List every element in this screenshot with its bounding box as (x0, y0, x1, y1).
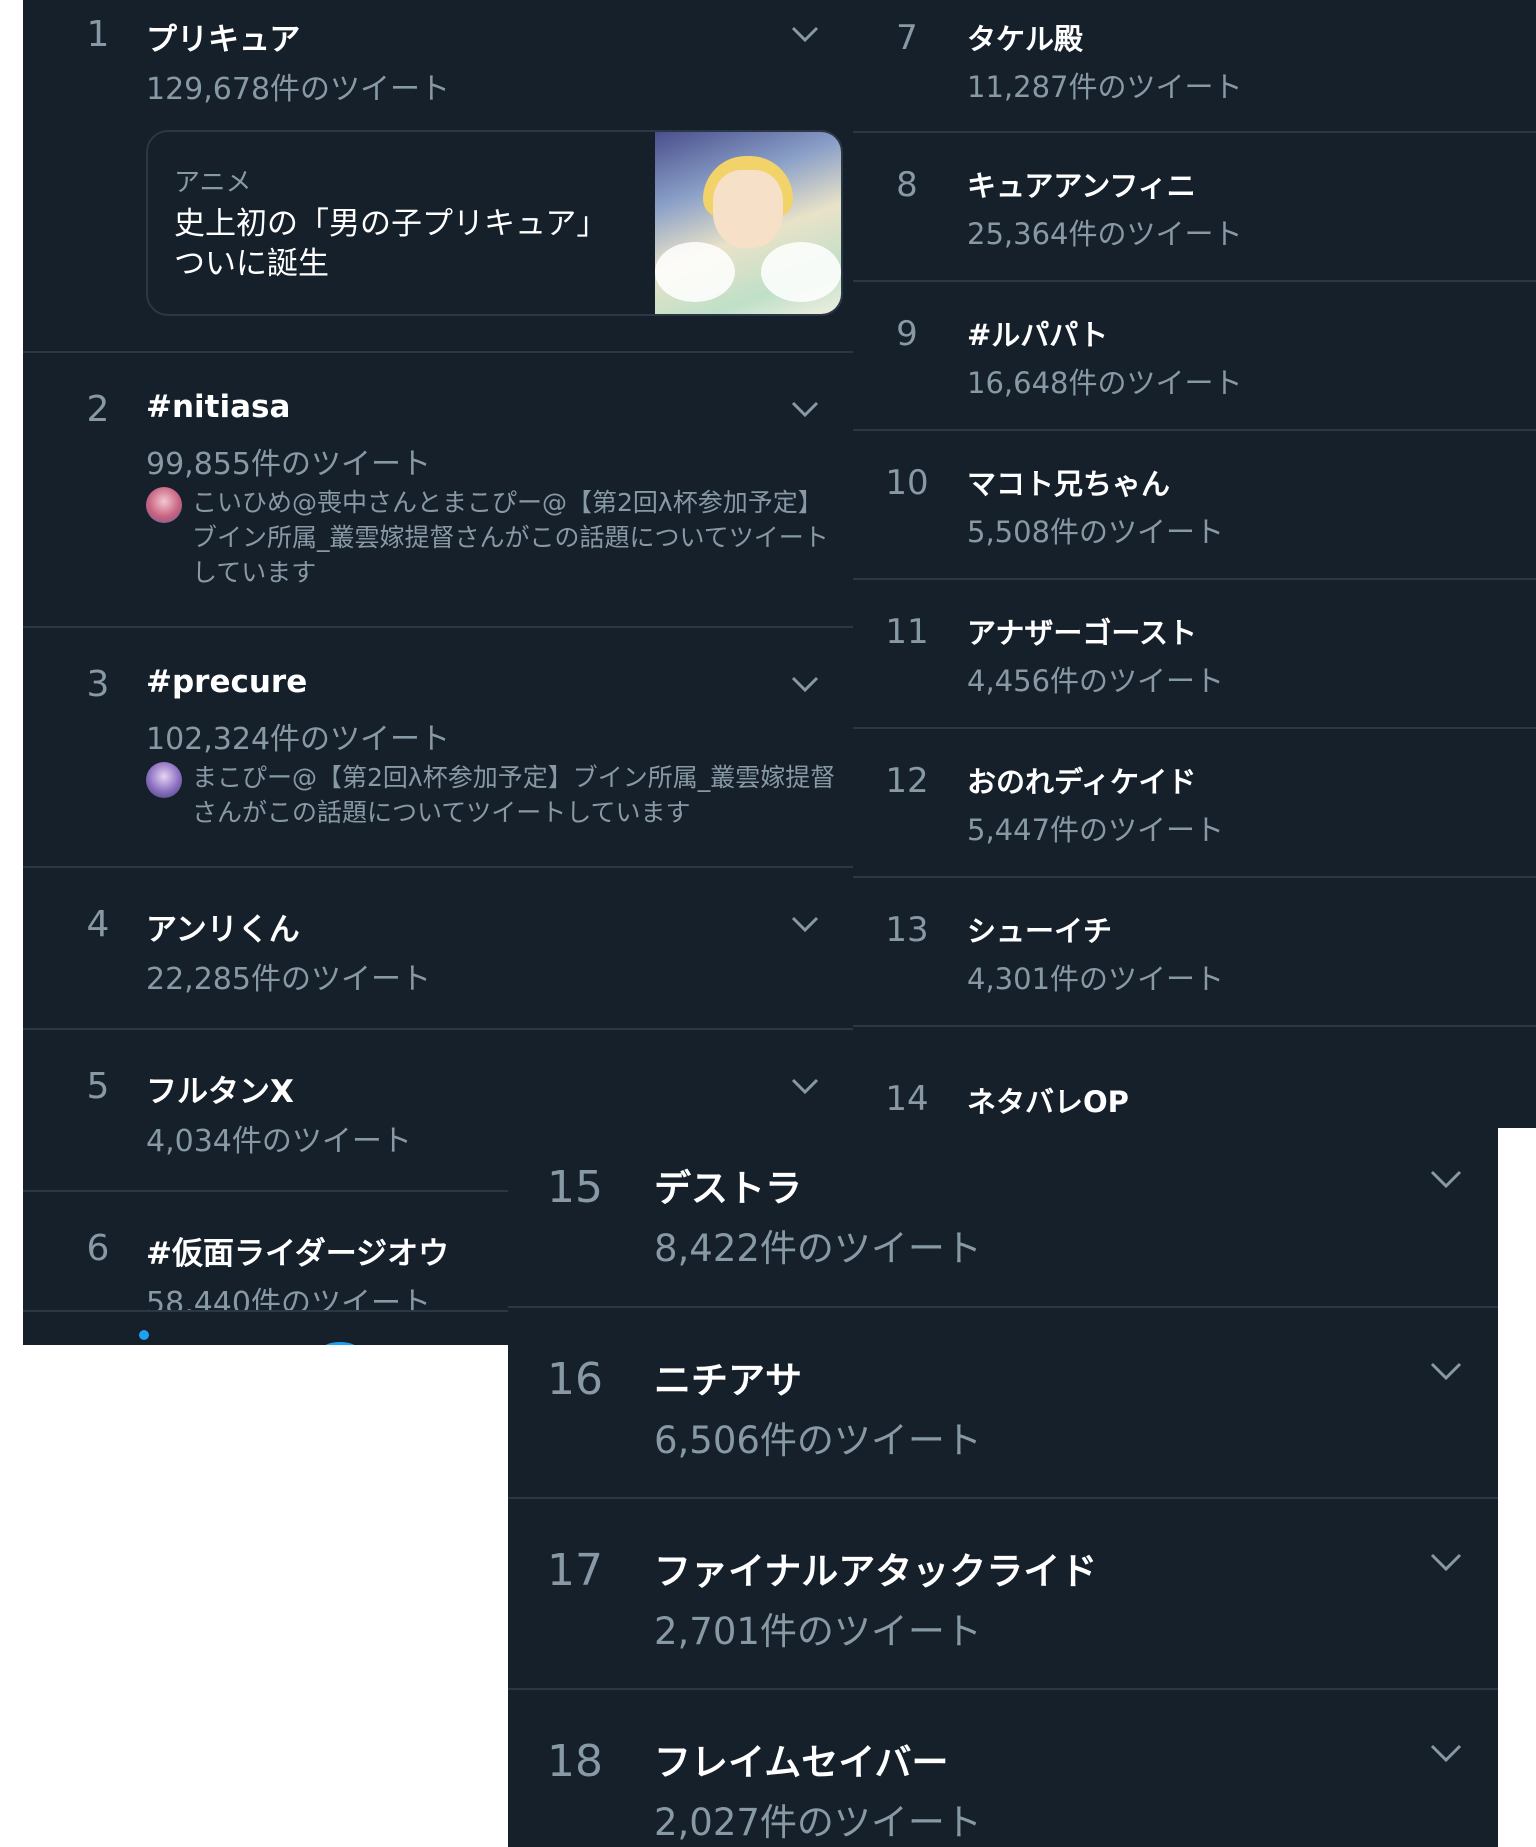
news-category: アニメ (174, 168, 252, 198)
trend-tweet-count: 102,324件のツイート (146, 722, 451, 757)
trend-tweet-count: 4,301件のツイート (967, 962, 1225, 996)
trend-row[interactable]: 2 #nitiasa 99,855件のツイート こいひめ@喪中さんとまこぴー@【… (23, 353, 853, 628)
trend-rank: 17 (547, 1545, 603, 1596)
trend-tweet-count: 25,364件のツイート (967, 217, 1243, 251)
chevron-down-icon[interactable] (1428, 1168, 1464, 1190)
trend-rank: 8 (896, 165, 918, 205)
trend-rank: 11 (885, 612, 929, 652)
trend-name: ネタバレOP (967, 1085, 1129, 1119)
trend-tweet-count: 5,508件のツイート (967, 515, 1225, 549)
chevron-down-icon[interactable] (789, 914, 821, 934)
trend-name: フレイムセイバー (654, 1741, 949, 1784)
trend-row[interactable]: 1 プリキュア 129,678件のツイート アニメ 史上初の「男の子プリキュア」… (23, 0, 853, 353)
trend-tweet-count: 129,678件のツイート (146, 72, 451, 107)
trend-rank: 18 (547, 1736, 603, 1787)
news-thumbnail (655, 132, 841, 314)
trend-rank: 13 (885, 910, 929, 950)
avatar (146, 487, 182, 523)
trend-tweet-count: 5,447件のツイート (967, 813, 1225, 847)
avatar (146, 762, 182, 798)
news-card[interactable]: アニメ 史上初の「男の子プリキュア」ついに誕生 (146, 130, 843, 316)
trend-rank: 10 (885, 463, 929, 503)
chevron-down-icon[interactable] (789, 674, 821, 694)
trend-name: デストラ (654, 1167, 802, 1210)
trend-rank: 2 (86, 389, 110, 430)
news-headline: 史上初の「男の子プリキュア」ついに誕生 (174, 206, 592, 282)
chevron-down-icon[interactable] (789, 1076, 821, 1096)
trend-rank: 5 (86, 1066, 110, 1107)
trends-panel-right: 7 タケル殿 11,287件のツイート 8 キュアアンフィニ 25,364件のツ… (853, 0, 1536, 1128)
trend-row[interactable]: 8 キュアアンフィニ 25,364件のツイート (853, 133, 1536, 282)
trend-row[interactable]: 18 フレイムセイバー 2,027件のツイート (508, 1690, 1498, 1847)
trend-tweet-count: 99,855件のツイート (146, 447, 431, 482)
trend-row[interactable]: 17 ファイナルアタックライド 2,701件のツイート (508, 1499, 1498, 1690)
trend-name: ファイナルアタックライド (654, 1550, 1098, 1593)
trend-tweet-count: 22,285件のツイート (146, 962, 431, 997)
trend-name: フルタンX (146, 1074, 294, 1110)
trend-tweet-count: 2,027件のツイート (654, 1801, 982, 1844)
trend-row[interactable]: 16 ニチアサ 6,506件のツイート (508, 1308, 1498, 1499)
trend-tweet-count: 4,034件のツイート (146, 1124, 412, 1159)
trend-tweet-count: 8,422件のツイート (654, 1227, 982, 1270)
tweeted-by-text: まこぴー@【第2回λ杯参加予定】ブイン所属_叢雲嫁提督さんがこの話題についてツイ… (192, 763, 836, 827)
trend-name: シューイチ (967, 914, 1113, 948)
chevron-down-icon[interactable] (1428, 1360, 1464, 1382)
trend-row[interactable]: 11 アナザーゴースト 4,456件のツイート (853, 580, 1536, 729)
nav-icon-partial[interactable] (323, 1342, 357, 1345)
trend-name: #nitiasa (146, 389, 291, 425)
trend-name: キュアアンフィニ (967, 169, 1196, 203)
trend-name: おのれディケイド (967, 765, 1197, 799)
trend-tweet-count: 11,287件のツイート (967, 70, 1243, 104)
trend-name: プリキュア (146, 22, 301, 58)
trend-row[interactable]: 4 アンリくん 22,285件のツイート (23, 868, 853, 1030)
trend-tweet-count: 6,506件のツイート (654, 1419, 982, 1462)
notification-dot (139, 1330, 149, 1340)
trend-row[interactable]: 15 デストラ 8,422件のツイート (508, 1128, 1498, 1308)
chevron-down-icon[interactable] (1428, 1551, 1464, 1573)
trend-tweet-count: 16,648件のツイート (967, 366, 1243, 400)
trend-rank: 7 (896, 18, 918, 58)
trend-rank: 9 (896, 314, 918, 354)
trend-name: マコト兄ちゃん (967, 467, 1171, 501)
trend-row[interactable]: 12 おのれディケイド 5,447件のツイート (853, 729, 1536, 878)
trend-rank: 14 (885, 1079, 929, 1119)
trend-row[interactable]: 10 マコト兄ちゃん 5,508件のツイート (853, 431, 1536, 580)
trend-rank: 1 (86, 14, 110, 55)
trend-tweet-count: 2,701件のツイート (654, 1610, 982, 1653)
trend-row[interactable]: 9 #ルパパト 16,648件のツイート (853, 282, 1536, 431)
trend-name: #ルパパト (967, 318, 1109, 352)
trend-row[interactable]: 13 シューイチ 4,301件のツイート (853, 878, 1536, 1027)
trend-name: ニチアサ (654, 1359, 802, 1402)
trend-rank: 4 (86, 904, 110, 945)
trend-rank: 15 (547, 1162, 603, 1213)
trend-rank: 16 (547, 1354, 603, 1405)
trend-rank: 12 (885, 761, 929, 801)
chevron-down-icon[interactable] (789, 399, 821, 419)
chevron-down-icon[interactable] (1428, 1742, 1464, 1764)
trend-row[interactable]: 14 ネタバレOP (853, 1027, 1536, 1128)
trend-name: #precure (146, 664, 308, 700)
trend-row[interactable]: 3 #precure 102,324件のツイート まこぴー@【第2回λ杯参加予定… (23, 628, 853, 868)
trend-row[interactable]: 7 タケル殿 11,287件のツイート (853, 0, 1536, 133)
trend-name: #仮面ライダージオウ (146, 1236, 450, 1272)
trend-rank: 3 (86, 664, 110, 705)
trends-panel-bottom: 15 デストラ 8,422件のツイート 16 ニチアサ 6,506件のツイート … (508, 1128, 1498, 1847)
tweeted-by-text: こいひめ@喪中さんとまこぴー@【第2回λ杯参加予定】ブイン所属_叢雲嫁提督さんが… (192, 488, 829, 587)
trend-tweet-count: 4,456件のツイート (967, 664, 1225, 698)
trend-name: タケル殿 (967, 22, 1084, 56)
chevron-down-icon[interactable] (789, 24, 821, 44)
trend-name: アナザーゴースト (967, 616, 1197, 650)
trend-name: アンリくん (146, 912, 300, 948)
trend-rank: 6 (86, 1228, 110, 1269)
